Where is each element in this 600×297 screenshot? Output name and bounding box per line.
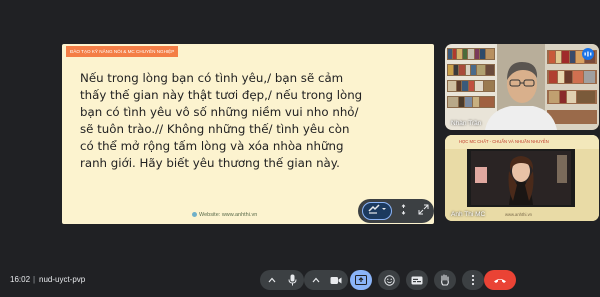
participant-name: Anh Thi MC: [451, 211, 486, 218]
participant-video: [445, 44, 599, 130]
present-icon: [355, 275, 367, 285]
mic-control-group: [260, 270, 304, 290]
audio-indicator-icon: [582, 48, 594, 60]
reactions-button[interactable]: [378, 270, 400, 290]
camera-control-group: [304, 270, 348, 290]
more-options-up-icon: [312, 277, 320, 283]
more-options-up-icon: [268, 277, 276, 283]
more-options-button[interactable]: [462, 270, 484, 290]
participant-tile[interactable]: HỌC MC CHẤT - CHUẨN VÀ NHUẦN NHUYỄN www.…: [445, 135, 599, 221]
raise-hand-icon: [440, 274, 450, 286]
more-options-up-button[interactable]: [262, 270, 282, 290]
inner-slide-title: HỌC MC CHẤT - CHUẨN VÀ NHUẦN NHUYỄN: [459, 139, 549, 144]
emoji-icon: [383, 274, 395, 286]
shared-slide: ĐÀO TẠO KỸ NĂNG NÓI & MC CHUYÊN NGHIỆP N…: [62, 44, 434, 224]
more-vert-icon: [471, 274, 475, 286]
participant-tile[interactable]: Nhàn Trần: [445, 44, 599, 130]
participant-video: [445, 135, 599, 221]
meeting-info-separator: |: [33, 275, 36, 284]
mic-icon: [288, 274, 297, 286]
captions-icon: [411, 276, 423, 285]
annotate-icon: [366, 202, 388, 220]
meeting-code[interactable]: nud-uyct-pvp: [39, 275, 85, 284]
inner-slide-website: www.anhthi.vn: [505, 212, 532, 217]
globe-icon: [192, 212, 197, 217]
camera-options-up-button[interactable]: [306, 270, 326, 290]
slide-tag: ĐÀO TẠO KỸ NĂNG NÓI & MC CHUYÊN NGHIỆP: [66, 46, 179, 57]
presentation-controls: [358, 199, 434, 223]
slide-website-text: Website: www.anhthi.vn: [199, 212, 258, 218]
fullscreen-icon: [418, 202, 429, 220]
zoom-button[interactable]: [394, 202, 412, 220]
meeting-clock: 16:02: [10, 275, 31, 284]
end-call-button[interactable]: [484, 270, 516, 290]
zoom-icon: [398, 202, 409, 220]
captions-button[interactable]: [406, 270, 428, 290]
raise-hand-button[interactable]: [434, 270, 456, 290]
meet-window: ĐÀO TẠO KỸ NĂNG NÓI & MC CHUYÊN NGHIỆP N…: [0, 0, 600, 297]
camera-icon: [330, 276, 342, 285]
annotate-button[interactable]: [362, 202, 392, 220]
slide-website: Website: www.anhthi.vn: [192, 212, 257, 218]
end-call-icon: [493, 277, 507, 284]
mic-button[interactable]: [282, 270, 302, 290]
camera-button[interactable]: [326, 270, 346, 290]
present-button[interactable]: [350, 270, 372, 290]
participant-name: Nhàn Trần: [451, 120, 482, 127]
fullscreen-button[interactable]: [414, 202, 432, 220]
slide-body-text: Nếu trong lòng bạn có tình yêu,/ bạn sẽ …: [80, 71, 363, 170]
